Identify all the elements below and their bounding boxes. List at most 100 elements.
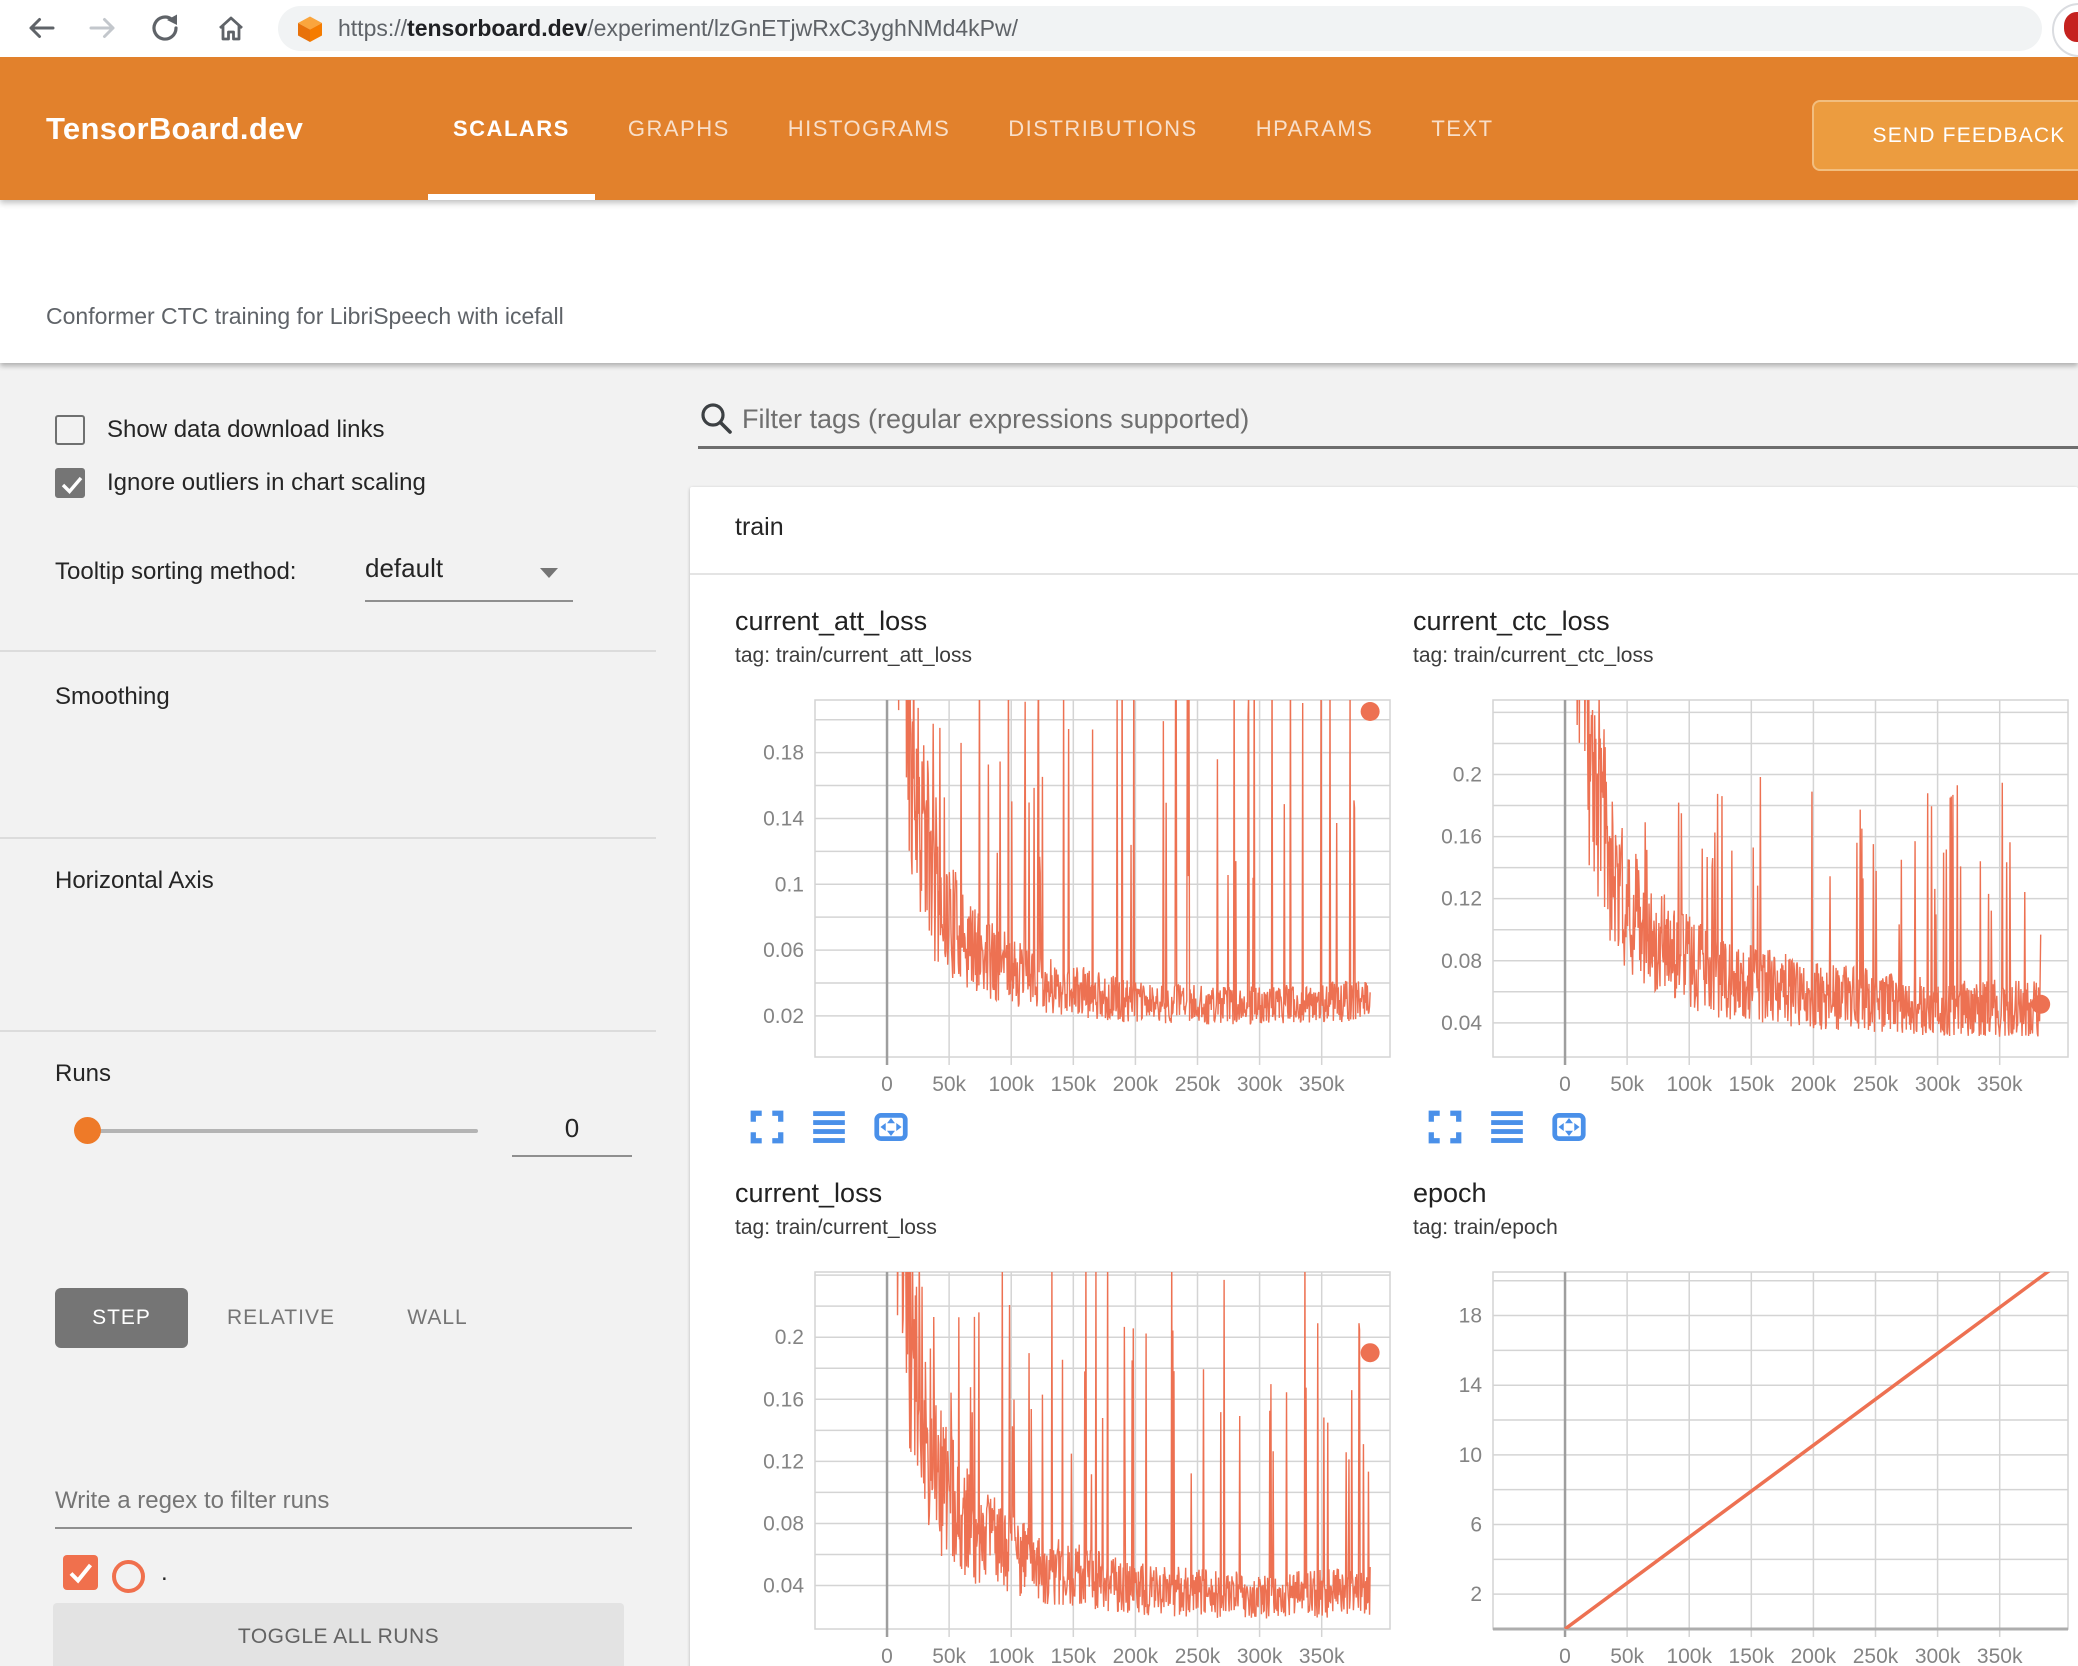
svg-text:14: 14 xyxy=(1459,1374,1483,1397)
forward-icon[interactable] xyxy=(86,11,120,45)
chart-block: epoch tag: train/epoch 2 6 10 14 18 0 50k 100k 1… xyxy=(1378,1172,2069,1666)
experiment-title-band: Conformer CTC training for LibriSpeech w… xyxy=(0,200,2078,363)
svg-text:0.2: 0.2 xyxy=(1453,764,1482,787)
svg-text:0.12: 0.12 xyxy=(763,1450,804,1473)
url-text: https://tensorboard.dev/experiment/lzGnE… xyxy=(338,15,1019,41)
tab-scalars[interactable]: SCALARS xyxy=(428,57,595,200)
tooltip-sorting-select[interactable]: default xyxy=(365,553,443,584)
ignore-outliers-checkbox[interactable] xyxy=(55,468,85,498)
divider xyxy=(0,650,656,652)
svg-text:0.04: 0.04 xyxy=(1441,1012,1482,1035)
svg-text:0.04: 0.04 xyxy=(763,1575,804,1598)
group-title[interactable]: train xyxy=(735,513,784,542)
horizontal-axis-label: Horizontal Axis xyxy=(55,867,214,894)
fullscreen-icon[interactable] xyxy=(748,1108,786,1146)
scalar-chart[interactable]: 0.04 0.08 0.12 0.16 0.2 0 50k 100k 150k 200k 250k 3… xyxy=(700,1260,1395,1666)
tab-text[interactable]: TEXT xyxy=(1406,57,1518,200)
scalar-chart[interactable]: 0.04 0.08 0.12 0.16 0.2 0 50k 100k 150k 200k 250k 3… xyxy=(1378,688,2073,1116)
svg-text:200k: 200k xyxy=(1791,1073,1837,1096)
runs-filter-input[interactable]: Write a regex to filter runs xyxy=(55,1487,329,1515)
smoothing-value-underline xyxy=(512,1155,632,1157)
run-selector-icon[interactable] xyxy=(810,1108,848,1146)
run-checkbox[interactable] xyxy=(63,1555,98,1590)
svg-text:200k: 200k xyxy=(1113,1645,1159,1666)
svg-text:300k: 300k xyxy=(1237,1073,1283,1096)
axis-wall-button[interactable]: WALL xyxy=(400,1288,475,1348)
search-icon xyxy=(701,403,732,434)
chart-title: epoch xyxy=(1413,1178,1487,1208)
ignore-outliers-row[interactable]: Ignore outliers in chart scaling xyxy=(55,468,426,498)
filter-tags-input[interactable]: Filter tags (regular expressions support… xyxy=(742,404,1249,435)
smoothing-slider-track[interactable] xyxy=(85,1129,478,1133)
fullscreen-icon[interactable] xyxy=(1426,1108,1464,1146)
svg-text:250k: 250k xyxy=(1175,1645,1221,1666)
show-download-links-checkbox[interactable] xyxy=(55,415,85,445)
run-name: . xyxy=(161,1559,168,1586)
run-selector-icon[interactable] xyxy=(1488,1108,1526,1146)
filter-underline xyxy=(698,446,2078,449)
svg-text:50k: 50k xyxy=(1610,1073,1644,1096)
svg-text:250k: 250k xyxy=(1175,1073,1221,1096)
tab-graphs[interactable]: GRAPHS xyxy=(603,57,755,200)
fit-domain-icon[interactable] xyxy=(872,1108,910,1146)
fit-domain-icon[interactable] xyxy=(1550,1108,1588,1146)
svg-text:300k: 300k xyxy=(1915,1645,1961,1666)
axis-step-button[interactable]: STEP xyxy=(55,1288,188,1348)
divider xyxy=(690,573,2078,575)
reload-icon[interactable] xyxy=(148,11,182,45)
svg-text:0.08: 0.08 xyxy=(763,1512,804,1535)
svg-text:100k: 100k xyxy=(988,1645,1034,1666)
chart-title: current_att_loss xyxy=(735,606,928,636)
show-download-links-row[interactable]: Show data download links xyxy=(55,415,385,445)
back-icon[interactable] xyxy=(24,11,58,45)
svg-text:0.06: 0.06 xyxy=(763,939,804,962)
chart-tag: tag: train/epoch xyxy=(1413,1216,1558,1239)
svg-text:0.14: 0.14 xyxy=(763,807,804,830)
checkbox-label: Ignore outliers in chart scaling xyxy=(107,469,426,496)
check-icon xyxy=(69,1563,93,1584)
settings-sidebar: Show data download links Ignore outliers… xyxy=(0,363,656,1666)
svg-text:10: 10 xyxy=(1459,1444,1482,1467)
svg-text:0.02: 0.02 xyxy=(763,1005,804,1028)
brand-title: TensorBoard.dev xyxy=(46,110,304,146)
toggle-all-runs-button[interactable]: TOGGLE ALL RUNS xyxy=(53,1603,624,1666)
chart-tag: tag: train/current_ctc_loss xyxy=(1413,644,1654,667)
tab-distributions[interactable]: DISTRIBUTIONS xyxy=(983,57,1222,200)
home-icon[interactable] xyxy=(214,11,248,45)
app-header: TensorBoard.dev SCALARS GRAPHS HISTOGRAM… xyxy=(0,57,2078,200)
svg-text:350k: 350k xyxy=(1299,1073,1345,1096)
divider xyxy=(0,1030,656,1032)
tooltip-sorting-label: Tooltip sorting method: xyxy=(55,558,297,585)
svg-text:200k: 200k xyxy=(1113,1073,1159,1096)
svg-text:6: 6 xyxy=(1470,1514,1482,1537)
tab-histograms[interactable]: HISTOGRAMS xyxy=(763,57,976,200)
scalar-chart[interactable]: 2 6 10 14 18 0 50k 100k 150k 200k 250k 300k 350k xyxy=(1378,1260,2073,1666)
tensorboard-favicon xyxy=(298,16,322,42)
svg-text:150k: 150k xyxy=(1729,1073,1775,1096)
smoothing-slider-knob[interactable] xyxy=(74,1117,101,1144)
smoothing-value[interactable]: 0 xyxy=(512,1113,632,1144)
run-color-swatch[interactable] xyxy=(112,1560,145,1593)
check-icon xyxy=(61,476,83,495)
svg-text:50k: 50k xyxy=(1610,1645,1644,1666)
svg-text:0: 0 xyxy=(881,1645,893,1666)
svg-text:300k: 300k xyxy=(1237,1645,1283,1666)
runs-label: Runs xyxy=(55,1060,112,1087)
svg-text:250k: 250k xyxy=(1853,1073,1899,1096)
svg-text:200k: 200k xyxy=(1791,1645,1837,1666)
chart-block: current_att_loss tag: train/current_att_… xyxy=(700,600,1391,1170)
tab-bar: SCALARS GRAPHS HISTOGRAMS DISTRIBUTIONS … xyxy=(428,57,1527,200)
axis-relative-button[interactable]: RELATIVE xyxy=(222,1288,340,1348)
chart-block: current_loss tag: train/current_loss 0.0… xyxy=(700,1172,1391,1666)
svg-text:300k: 300k xyxy=(1915,1073,1961,1096)
profile-avatar[interactable] xyxy=(2052,3,2078,57)
chart-toolbar xyxy=(748,1108,910,1146)
url-bar[interactable]: https://tensorboard.dev/experiment/lzGnE… xyxy=(278,6,2042,51)
tab-hparams[interactable]: HPARAMS xyxy=(1231,57,1399,200)
svg-text:0.16: 0.16 xyxy=(763,1388,804,1411)
scalar-chart[interactable]: 0.02 0.06 0.1 0.14 0.18 0 50k 100k 150k 200k 250k 3… xyxy=(700,688,1395,1116)
svg-text:150k: 150k xyxy=(1051,1645,1097,1666)
svg-text:0.18: 0.18 xyxy=(763,742,804,765)
chevron-down-icon[interactable] xyxy=(540,568,558,578)
send-feedback-button[interactable]: SEND FEEDBACK xyxy=(1812,100,2078,171)
